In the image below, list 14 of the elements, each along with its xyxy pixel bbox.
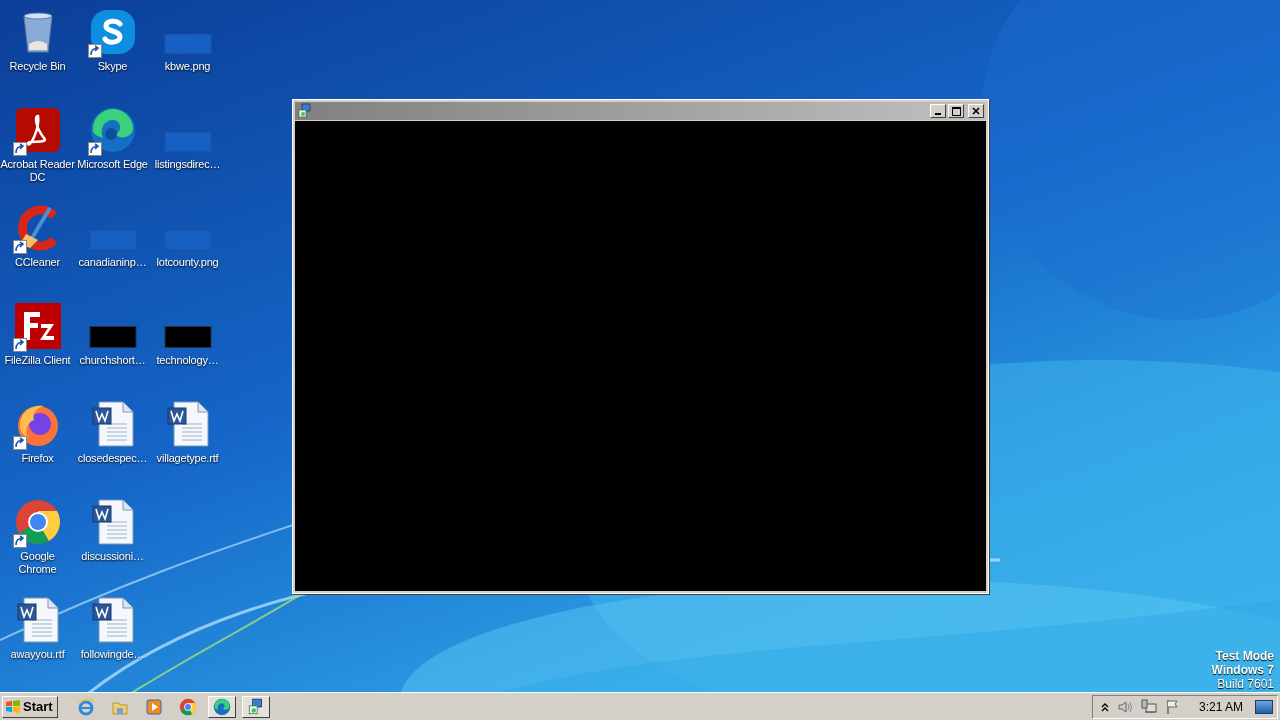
show-desktop-button[interactable]: [1255, 699, 1273, 714]
start-button[interactable]: Start: [2, 695, 58, 718]
internet-explorer-icon: [76, 697, 95, 716]
network-icon[interactable]: [1140, 698, 1157, 715]
media-player-icon: [144, 697, 163, 716]
clock[interactable]: 3:21 AM: [1198, 699, 1243, 714]
chrome-icon: [178, 697, 197, 716]
flag-icon[interactable]: [1164, 698, 1181, 715]
taskbar-button[interactable]: [207, 695, 236, 718]
taskbar-button[interactable]: [241, 695, 270, 718]
application-icon: [246, 697, 265, 716]
windows-logo-icon: [5, 698, 21, 715]
edge-icon: [212, 697, 231, 716]
chevron-up-icon[interactable]: [1100, 701, 1109, 712]
